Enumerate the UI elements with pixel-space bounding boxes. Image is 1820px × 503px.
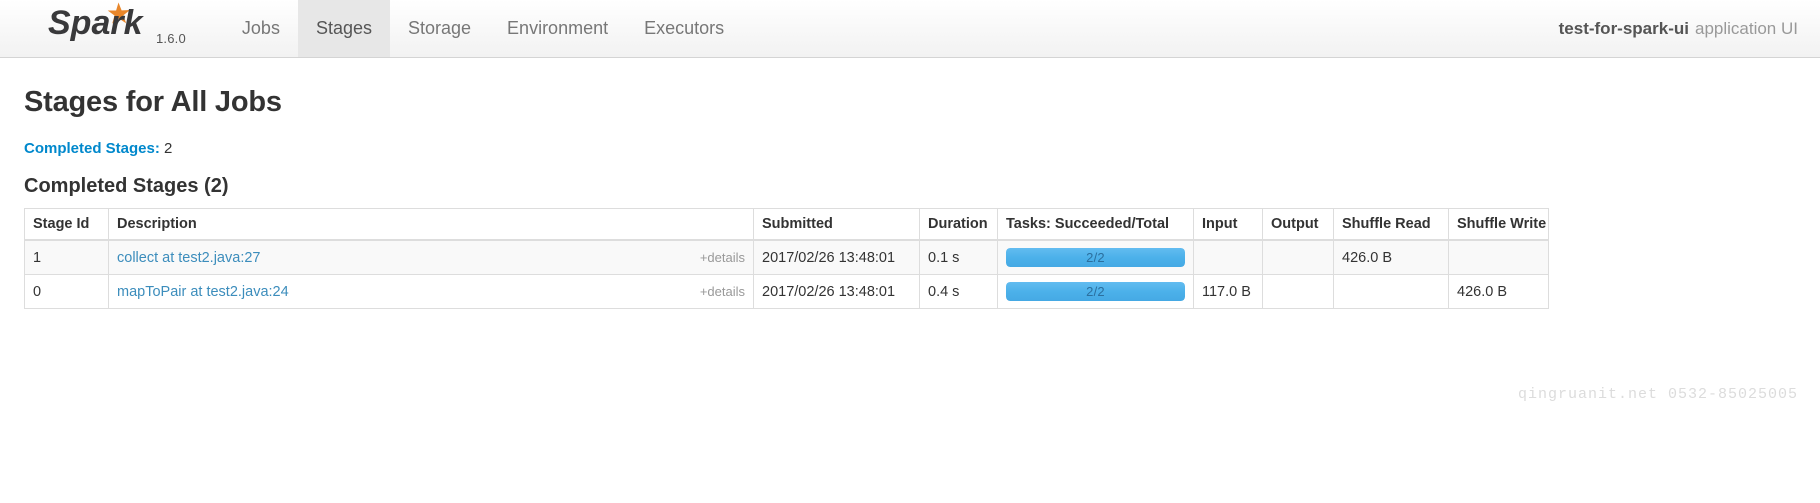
cell-duration: 0.1 s — [919, 239, 998, 275]
cell-input — [1193, 239, 1263, 275]
cell-description: collect at test2.java:27 +details — [108, 239, 754, 275]
svg-text:Spark: Spark — [48, 4, 145, 42]
cell-tasks-progress: 2/2 — [997, 239, 1194, 275]
completed-stages-table: Stage Id Description Submitted Duration … — [24, 208, 1549, 309]
header-shuffle-read[interactable]: Shuffle Read — [1333, 208, 1449, 241]
header-stage-id[interactable]: Stage Id — [24, 208, 109, 241]
tab-environment[interactable]: Environment — [489, 0, 626, 57]
completed-stages-link[interactable]: Completed Stages: — [24, 140, 160, 157]
details-toggle[interactable]: +details — [700, 250, 745, 265]
header-submitted[interactable]: Submitted — [753, 208, 920, 241]
cell-duration: 0.4 s — [919, 274, 998, 309]
spark-logo-icon: Spark — [46, 0, 150, 49]
tab-jobs[interactable]: Jobs — [224, 0, 298, 57]
header-tasks[interactable]: Tasks: Succeeded/Total — [997, 208, 1194, 241]
header-duration[interactable]: Duration — [919, 208, 998, 241]
header-shuffle-write[interactable]: Shuffle Write — [1448, 208, 1549, 241]
tasks-progress-label: 2/2 — [1086, 250, 1105, 265]
cell-submitted: 2017/02/26 13:48:01 — [753, 274, 920, 309]
cell-stage-id: 0 — [24, 274, 109, 309]
tasks-progress-label: 2/2 — [1086, 284, 1105, 299]
nav-tabs: Jobs Stages Storage Environment Executor… — [186, 0, 742, 57]
cell-shuffle-read — [1333, 274, 1449, 309]
cell-shuffle-read: 426.0 B — [1333, 239, 1449, 275]
tab-executors[interactable]: Executors — [626, 0, 742, 57]
stage-description-link[interactable]: mapToPair at test2.java:24 — [117, 284, 289, 300]
tasks-progress-bar: 2/2 — [1006, 248, 1185, 267]
table-header-row: Stage Id Description Submitted Duration … — [24, 208, 1549, 241]
application-name: test-for-spark-ui — [1558, 18, 1689, 38]
completed-stages-count: 2 — [164, 140, 173, 157]
cell-tasks-progress: 2/2 — [997, 274, 1194, 309]
cell-output — [1262, 239, 1334, 275]
stage-description-link[interactable]: collect at test2.java:27 — [117, 250, 260, 266]
header-output[interactable]: Output — [1262, 208, 1334, 241]
completed-stages-summary: Completed Stages: 2 — [24, 140, 1796, 157]
section-title-completed-stages: Completed Stages (2) — [24, 175, 229, 197]
tab-storage[interactable]: Storage — [390, 0, 489, 57]
application-suffix: application UI — [1694, 18, 1798, 38]
spark-version-label: 1.6.0 — [156, 31, 186, 46]
cell-description: mapToPair at test2.java:24 +details — [108, 274, 754, 309]
watermark: qingruanit.net 0532-85025005 — [1517, 386, 1798, 403]
header-input[interactable]: Input — [1193, 208, 1263, 241]
navbar: Spark 1.6.0 Jobs Stages Storage Environm… — [0, 0, 1820, 58]
cell-submitted: 2017/02/26 13:48:01 — [753, 239, 920, 275]
cell-shuffle-write — [1448, 239, 1549, 275]
table-row: 0 mapToPair at test2.java:24 +details 20… — [24, 274, 1549, 309]
details-toggle[interactable]: +details — [700, 284, 745, 299]
spark-ui-page: Spark 1.6.0 Jobs Stages Storage Environm… — [0, 0, 1820, 503]
tasks-progress-bar: 2/2 — [1006, 282, 1185, 301]
application-title: test-for-spark-ui application UI — [1559, 0, 1820, 57]
brand-link[interactable]: Spark 1.6.0 — [0, 0, 186, 57]
cell-stage-id: 1 — [24, 239, 109, 275]
tab-stages[interactable]: Stages — [297, 0, 390, 57]
cell-shuffle-write: 426.0 B — [1448, 274, 1549, 309]
main-content: Stages for All Jobs Completed Stages: 2 … — [0, 86, 1820, 309]
table-row: 1 collect at test2.java:27 +details 2017… — [24, 239, 1549, 275]
cell-output — [1262, 274, 1334, 309]
header-description[interactable]: Description — [108, 208, 754, 241]
cell-input: 117.0 B — [1193, 274, 1263, 309]
page-title: Stages for All Jobs — [24, 86, 282, 118]
